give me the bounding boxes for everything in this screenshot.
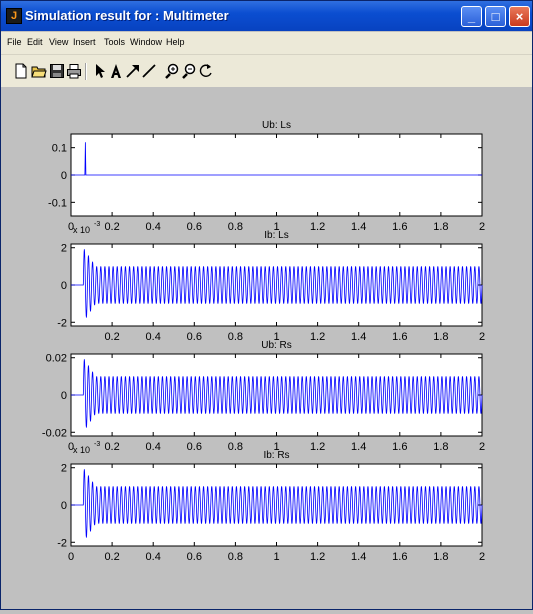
x-tick-label: 1.4 [351, 441, 366, 453]
rotate-3d-icon[interactable] [198, 63, 214, 79]
x-tick-label: 0.8 [228, 331, 243, 343]
menu-edit[interactable]: Edit [27, 37, 43, 47]
x-tick-label: 1.2 [310, 441, 325, 453]
x-tick-label: 1 [273, 551, 279, 563]
toolbar [1, 55, 532, 88]
figure-canvas: Ub: Ls 0.1 0 -0.1 0 0.2 0.4 0.6 0.8 1 1.2 1.4 1.6 1.8… [1, 87, 532, 609]
subplot-1[interactable]: Ub: Ls0.10-0.10 0.2 0.4 0.6 0.8 1 1.2 1.4 1.6 1.8… [48, 120, 485, 235]
menu-tools[interactable]: Tools [104, 37, 125, 47]
x-tick-label: 2 [479, 331, 485, 343]
x-tick-label: 0 [68, 551, 74, 563]
x-tick-label: 0.8 [228, 441, 243, 453]
x-tick-label: 1.6 [392, 221, 407, 233]
menu-insert[interactable]: Insert [73, 37, 96, 47]
matlab-logo-icon: J [6, 8, 22, 24]
new-file-icon[interactable] [13, 63, 29, 79]
x-tick-label: 1.8 [433, 221, 448, 233]
x-tick-label: 0.4 [146, 221, 161, 233]
y-tick-label: 2 [61, 463, 67, 475]
draw-arrow-icon[interactable] [125, 63, 141, 79]
y-tick-label: 0.1 [52, 143, 67, 155]
y-tick-label: -2 [57, 537, 67, 549]
x-tick-label: 0.4 [146, 331, 161, 343]
x-tick-label: 0.8 [228, 221, 243, 233]
x-tick-label: 1.6 [392, 441, 407, 453]
subplot-2[interactable]: Ib: Ls20-20.2 0.4 0.6 0.8 1 1.2 1.4 1.6 1.8 2 [57, 230, 485, 343]
y-tick-label: 0 [61, 500, 67, 512]
print-icon[interactable] [66, 63, 82, 79]
menu-help[interactable]: Help [166, 37, 185, 47]
x-tick-label: 0.4 [146, 441, 161, 453]
x-tick-label: 1.6 [392, 331, 407, 343]
x-tick-label: 1.2 [310, 551, 325, 563]
toolbar-separator [85, 63, 87, 80]
menu-view[interactable]: View [49, 37, 68, 47]
open-folder-icon[interactable] [31, 63, 47, 79]
figure-window: J Simulation result for : Multimeter _ □… [0, 0, 533, 610]
x-tick-label: 1.8 [433, 331, 448, 343]
pointer-arrow-icon[interactable] [92, 63, 108, 79]
x-tick-label: 0.2 [104, 441, 119, 453]
x-tick-label: 0.2 [104, 331, 119, 343]
menu-bar: File Edit View Insert Tools Window Help [1, 32, 532, 55]
window-title: Simulation result for : Multimeter [25, 8, 229, 23]
x-tick-label: 0.6 [187, 441, 202, 453]
save-icon[interactable] [49, 63, 65, 79]
x-tick-label: 0.8 [228, 551, 243, 563]
x-tick-label: 0.2 [104, 551, 119, 563]
subplot-title: Ub: Ls [262, 120, 291, 131]
y-tick-label: 0 [61, 390, 67, 402]
x-tick-label: 0.6 [187, 331, 202, 343]
x-tick-label: 1.2 [310, 221, 325, 233]
x-tick-label: 0.6 [187, 551, 202, 563]
x-tick-label: 1.4 [351, 221, 366, 233]
y-tick-label: 2 [61, 243, 67, 255]
text-A-icon[interactable] [108, 63, 124, 79]
subplot-title: Ib: Rs [263, 450, 289, 461]
x-tick-label: 1.4 [351, 551, 366, 563]
x-tick-label: 1.2 [310, 331, 325, 343]
x-tick-label: 0.2 [104, 221, 119, 233]
exponent-power: -3 [94, 441, 100, 448]
subplot-3[interactable]: Ub: Rs0.020-0.020 0.2 0.4 0.6 0.8 1 1.2 1.4 1.6 1… [42, 340, 485, 455]
x-tick-label: 2 [479, 551, 485, 563]
exponent-power: -3 [94, 221, 100, 228]
exponent-label: x 10 [73, 225, 90, 235]
x-tick-label: 1.4 [351, 331, 366, 343]
y-tick-label: -0.1 [48, 197, 67, 209]
menu-window[interactable]: Window [130, 37, 162, 47]
plots-svg: Ub: Ls 0.1 0 -0.1 0 0.2 0.4 0.6 0.8 1 1.2 1.4 1.6 1.8… [42, 120, 485, 563]
close-icon[interactable]: × [509, 6, 530, 27]
zoom-out-icon[interactable] [181, 63, 197, 79]
x-tick-label: 2 [479, 441, 485, 453]
exponent-label: x 10 [73, 445, 90, 455]
subplot-title: Ib: Ls [264, 230, 288, 241]
x-tick-label: 0.6 [187, 221, 202, 233]
y-tick-label: -2 [57, 317, 67, 329]
x-tick-label: 1.8 [433, 551, 448, 563]
subplot-title: Ub: Rs [261, 340, 292, 351]
x-tick-label: 1.8 [433, 441, 448, 453]
subplot-4[interactable]: Ib: Rs20-20 0.2 0.4 0.6 0.8 1 1.2 1.4 1.6 1.8 2 [57, 450, 485, 563]
y-tick-label: 0 [61, 280, 67, 292]
y-tick-label: 0 [61, 170, 67, 182]
y-tick-label: -0.02 [42, 427, 67, 439]
y-tick-label: 0.02 [46, 353, 67, 365]
zoom-in-icon[interactable] [164, 63, 180, 79]
minimize-icon[interactable]: _ [461, 6, 482, 27]
draw-line-icon[interactable] [141, 63, 157, 79]
title-bar[interactable]: J Simulation result for : Multimeter _ □… [1, 1, 532, 31]
maximize-icon[interactable]: □ [485, 6, 506, 27]
x-tick-label: 0.4 [146, 551, 161, 563]
x-tick-label: 1.6 [392, 551, 407, 563]
menu-file[interactable]: File [7, 37, 22, 47]
x-tick-label: 2 [479, 221, 485, 233]
